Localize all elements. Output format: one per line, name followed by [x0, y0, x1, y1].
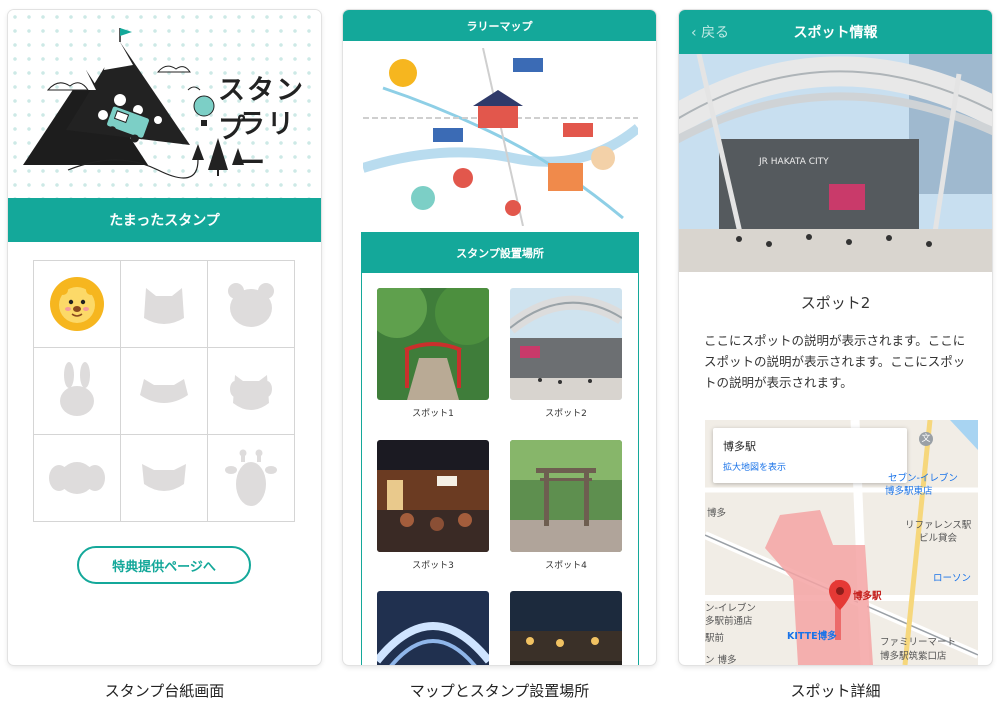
collected-stamps-header: たまったスタンプ [8, 198, 321, 242]
map-label-seven-eleven: セブン-イレブン [888, 473, 958, 484]
view-larger-map-link[interactable]: 拡大地図を表示 [723, 460, 786, 473]
illumination-photo [377, 591, 489, 665]
stamp-card-screen: スタンプ ラリー たまったスタンプ 特典提供ページへ [8, 10, 321, 665]
dog-silhouette-icon [230, 375, 272, 410]
giraffe-silhouette-icon [225, 449, 277, 506]
map-label-reference-sub: ビル貸会 [919, 533, 958, 544]
shrine-steps-photo [377, 288, 489, 400]
spot-name: スポット2 [800, 294, 871, 312]
spot-label: スポット1 [412, 409, 454, 419]
stamp-locations-panel: スタンプ設置場所 スポット1 スポット2 スポット3 スポット4 [361, 232, 639, 665]
map-label-familymart-sub: 博多駅筑紫口店 [880, 651, 947, 662]
map-place-name: 博多駅 [723, 440, 756, 453]
station-sign-text: JR HAKATA CITY [758, 157, 829, 167]
stamp-locations-header: スタンプ設置場所 [362, 233, 638, 273]
stamp-cell [34, 261, 121, 348]
map-pin-icon[interactable] [829, 580, 851, 610]
spot-label: スポット3 [412, 561, 454, 571]
station-plaza-photo [510, 288, 622, 400]
rally-map-illustration[interactable] [363, 48, 638, 226]
cat-silhouette-icon [144, 288, 184, 324]
map-pin-label: 博多駅 [853, 591, 882, 602]
bear-silhouette-icon [228, 283, 274, 327]
spot-label: スポット2 [545, 409, 587, 419]
torii-gate-photo [510, 440, 622, 552]
spot-info-title: スポット情報 [793, 25, 878, 41]
tanuki-silhouette-icon [142, 464, 186, 491]
elephant-silhouette-icon [49, 462, 105, 494]
rally-map-header: ラリーマップ [343, 10, 656, 41]
benefit-page-button[interactable]: 特典提供ページへ [77, 546, 251, 584]
rally-map-screen: ラリーマップ スタンプ設置場所 スポット1 スポット2 スポット3 スポット4 [343, 10, 656, 665]
spot-card-6[interactable] [510, 591, 622, 665]
map-label-reference: リファレンス駅 [905, 520, 972, 531]
map-label-seven-left-sub: 多駅前通店 [705, 616, 753, 627]
spot-label: スポット4 [545, 561, 587, 571]
map-label-bottom-left: ン 博多 [705, 655, 737, 665]
food-stalls-photo [377, 440, 489, 552]
hero-illustration: スタンプ ラリー [8, 10, 321, 198]
caption-map-locations: マップとスタンプ設置場所 [409, 682, 590, 700]
map-label-area: 博多 [707, 508, 727, 519]
caption-spot-detail: スポット詳細 [790, 682, 881, 700]
spot-main-photo: JR HAKATA CITY [679, 54, 992, 272]
stamp-cell [208, 348, 295, 435]
spot-card-1[interactable]: スポット1 [377, 288, 489, 419]
spot-info-header: ‹ 戻る スポット情報 [679, 10, 992, 54]
map-poi-icon: 文 [919, 432, 933, 446]
stamp-cell [121, 261, 208, 348]
stamp-cell [208, 261, 295, 348]
spot-card-3[interactable]: スポット3 [377, 440, 489, 571]
spot-card-4[interactable]: スポット4 [510, 440, 622, 571]
map-label-seven-eleven-sub: 博多駅東店 [885, 486, 933, 497]
stamp-cell [208, 435, 295, 522]
hero-title-line2: ラリー [238, 109, 296, 179]
stamp-grid [33, 260, 295, 522]
google-map[interactable]: 博多駅 拡大地図を表示 文 セブン-イレブン 博多駅東店 博多 リファレンス駅 … [705, 420, 978, 665]
lion-stamp-icon [50, 277, 104, 331]
map-info-window: 博多駅 拡大地図を表示 [713, 428, 907, 483]
fox-silhouette-icon [140, 379, 188, 403]
map-label-lawson: ローソン [933, 573, 972, 584]
spot-card-5[interactable] [377, 591, 489, 665]
spot-detail-screen: ‹ 戻る スポット情報 JR HAKATA CITY スポット2 ここにスポット… [679, 10, 992, 665]
map-label-familymart: ファミリーマート [880, 637, 957, 648]
night-street-photo [510, 591, 622, 665]
rabbit-silhouette-icon [60, 362, 94, 416]
map-label-kitte: KITTE博多 [787, 631, 837, 642]
caption-stamp-card: スタンプ台紙画面 [104, 682, 225, 700]
spot-card-2[interactable]: スポット2 [510, 288, 622, 419]
spot-description: ここにスポットの説明が表示されます。ここにスポットの説明が表示されます。ここにス… [704, 333, 966, 390]
stamp-cell [121, 348, 208, 435]
stamp-cell [34, 348, 121, 435]
stamp-cell [34, 435, 121, 522]
map-label-left-station: 駅前 [705, 633, 725, 644]
stamp-cell [121, 435, 208, 522]
map-label-seven-left: ン-イレブン [705, 603, 756, 614]
